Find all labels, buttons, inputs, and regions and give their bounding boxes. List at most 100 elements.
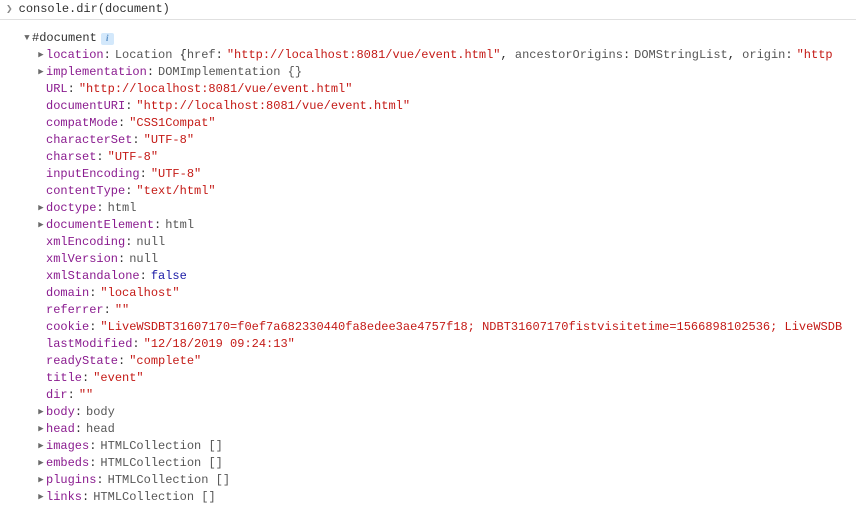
- console-input-bar[interactable]: ❯ console.dir(document): [0, 0, 856, 20]
- prop-key: cookie: [46, 319, 89, 336]
- prop-row-url[interactable]: URL: "http://localhost:8081/vue/event.ht…: [36, 81, 856, 98]
- prop-key: readyState: [46, 353, 118, 370]
- prop-key: dir: [46, 387, 68, 404]
- info-icon[interactable]: i: [101, 33, 114, 45]
- prop-value: "UTF-8": [151, 166, 201, 183]
- prop-row-doctype[interactable]: doctype: html: [36, 200, 856, 217]
- prop-row-images[interactable]: images: HTMLCollection []: [36, 438, 856, 455]
- expand-arrow-icon[interactable]: [36, 489, 46, 506]
- prop-value: "http://localhost:8081/vue/event.html": [79, 81, 353, 98]
- prop-value: false: [151, 268, 187, 285]
- prop-value: HTMLCollection []: [100, 438, 222, 455]
- prop-key: head: [46, 421, 75, 438]
- prop-key: xmlStandalone: [46, 268, 140, 285]
- prop-row-location[interactable]: location: Location { href: "http://local…: [36, 47, 856, 64]
- expand-arrow-icon[interactable]: [36, 472, 46, 489]
- prop-row-xmlencoding[interactable]: xmlEncoding: null: [36, 234, 856, 251]
- prop-value: "http://localhost:8081/vue/event.html": [136, 98, 410, 115]
- prop-subkey: href: [187, 47, 216, 64]
- prop-row-body[interactable]: body: body: [36, 404, 856, 421]
- prop-value-type: Location: [115, 47, 180, 64]
- prop-row-implementation[interactable]: implementation: DOMImplementation {}: [36, 64, 856, 81]
- expand-arrow-icon[interactable]: [36, 438, 46, 455]
- prop-row-plugins[interactable]: plugins: HTMLCollection []: [36, 472, 856, 489]
- prop-subval: DOMStringList: [634, 47, 728, 64]
- prop-row-cookie[interactable]: cookie: "LiveWSDBT31607170=f0ef7a6823304…: [36, 319, 856, 336]
- prop-key: lastModified: [46, 336, 132, 353]
- prop-value: "localhost": [100, 285, 179, 302]
- root-label: #document: [32, 30, 97, 47]
- prop-key: inputEncoding: [46, 166, 140, 183]
- prop-value: "complete": [129, 353, 201, 370]
- prop-key: documentElement: [46, 217, 154, 234]
- prop-value: "UTF-8": [108, 149, 158, 166]
- prop-row-dir[interactable]: dir: "": [36, 387, 856, 404]
- expand-arrow-icon[interactable]: [36, 455, 46, 472]
- prop-key: links: [46, 489, 82, 506]
- prop-value: HTMLCollection []: [108, 472, 230, 489]
- prop-subval: "http://localhost:8081/vue/event.html": [227, 47, 501, 64]
- prop-key: charset: [46, 149, 96, 166]
- prop-value: html: [165, 217, 194, 234]
- prop-value: "": [79, 387, 93, 404]
- expand-arrow-icon[interactable]: [36, 47, 46, 64]
- prop-value: null: [129, 251, 158, 268]
- prop-row-title[interactable]: title: "event": [36, 370, 856, 387]
- prop-row-head[interactable]: head: head: [36, 421, 856, 438]
- prop-row-charset[interactable]: charset: "UTF-8": [36, 149, 856, 166]
- input-chevron-icon: ❯: [6, 2, 13, 16]
- prop-key: title: [46, 370, 82, 387]
- prop-key: characterSet: [46, 132, 132, 149]
- prop-key: referrer: [46, 302, 104, 319]
- prop-row-documentelement[interactable]: documentElement: html: [36, 217, 856, 234]
- expand-arrow-icon[interactable]: [36, 404, 46, 421]
- prop-key: xmlEncoding: [46, 234, 125, 251]
- prop-row-links[interactable]: links: HTMLCollection []: [36, 489, 856, 506]
- prop-value: HTMLCollection []: [93, 489, 215, 506]
- prop-row-documenturi[interactable]: documentURI: "http://localhost:8081/vue/…: [36, 98, 856, 115]
- prop-key: compatMode: [46, 115, 118, 132]
- prop-row-contenttype[interactable]: contentType: "text/html": [36, 183, 856, 200]
- prop-value: "CSS1Compat": [129, 115, 215, 132]
- prop-row-xmlstandalone[interactable]: xmlStandalone: false: [36, 268, 856, 285]
- prop-value: "event": [93, 370, 143, 387]
- console-output: #document i location: Location { href: "…: [0, 20, 856, 506]
- prop-row-lastmodified[interactable]: lastModified: "12/18/2019 09:24:13": [36, 336, 856, 353]
- prop-value: body: [86, 404, 115, 421]
- console-input-text: console.dir(document): [19, 2, 170, 16]
- prop-value: DOMImplementation {}: [158, 64, 302, 81]
- prop-key: doctype: [46, 200, 96, 217]
- prop-value: "text/html": [136, 183, 215, 200]
- prop-subkey: ancestorOrigins: [515, 47, 623, 64]
- prop-value: "UTF-8": [144, 132, 194, 149]
- expand-arrow-icon[interactable]: [36, 421, 46, 438]
- prop-row-inputencoding[interactable]: inputEncoding: "UTF-8": [36, 166, 856, 183]
- prop-row-compatmode[interactable]: compatMode: "CSS1Compat": [36, 115, 856, 132]
- prop-row-embeds[interactable]: embeds: HTMLCollection []: [36, 455, 856, 472]
- prop-value: head: [86, 421, 115, 438]
- prop-subkey: origin: [742, 47, 785, 64]
- prop-row-characterset[interactable]: characterSet: "UTF-8": [36, 132, 856, 149]
- prop-key: implementation: [46, 64, 147, 81]
- prop-row-referrer[interactable]: referrer: "": [36, 302, 856, 319]
- prop-key: location: [46, 47, 104, 64]
- prop-row-domain[interactable]: domain: "localhost": [36, 285, 856, 302]
- prop-key: URL: [46, 81, 68, 98]
- expand-arrow-icon[interactable]: [36, 200, 46, 217]
- prop-key: body: [46, 404, 75, 421]
- prop-value: "LiveWSDBT31607170=f0ef7a682330440fa8ede…: [100, 319, 842, 336]
- root-object-row[interactable]: #document i: [22, 30, 856, 47]
- prop-value: "": [115, 302, 129, 319]
- expand-arrow-icon[interactable]: [36, 64, 46, 81]
- prop-value: html: [108, 200, 137, 217]
- prop-row-readystate[interactable]: readyState: "complete": [36, 353, 856, 370]
- prop-key: images: [46, 438, 89, 455]
- prop-key: xmlVersion: [46, 251, 118, 268]
- expand-arrow-icon[interactable]: [22, 30, 32, 47]
- expand-arrow-icon[interactable]: [36, 217, 46, 234]
- prop-value: HTMLCollection []: [100, 455, 222, 472]
- prop-key: embeds: [46, 455, 89, 472]
- prop-row-xmlversion[interactable]: xmlVersion: null: [36, 251, 856, 268]
- prop-key: plugins: [46, 472, 96, 489]
- prop-key: contentType: [46, 183, 125, 200]
